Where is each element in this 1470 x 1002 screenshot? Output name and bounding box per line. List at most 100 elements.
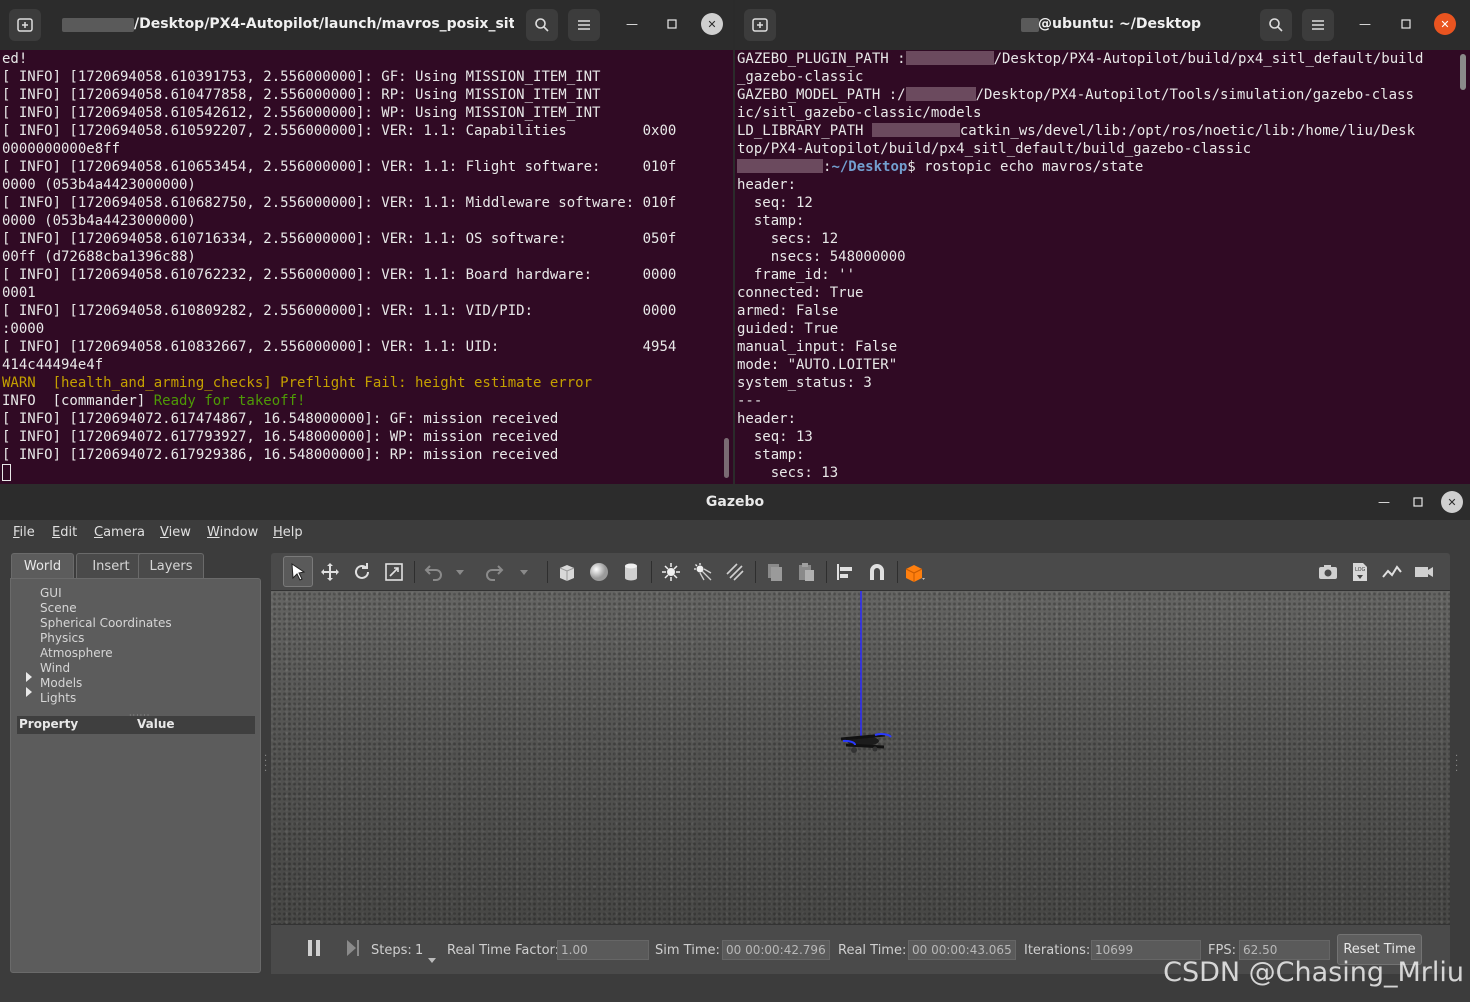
terminal-output-left[interactable]: ed! [ INFO] [1720694058.610391753, 2.5560… (2, 50, 733, 484)
step-button[interactable] (346, 939, 360, 957)
maximize-button[interactable] (1395, 13, 1417, 35)
tab-insert[interactable]: Insert (76, 553, 146, 578)
terminal-output-right[interactable]: GAZEBO_PLUGIN_PATH : /Desktop/PX4-Autopil… (737, 50, 1470, 484)
close-icon: ✕ (1447, 495, 1457, 509)
right-splitter-grip-icon[interactable]: · · · · (1455, 752, 1458, 777)
menu-help[interactable]: Help (273, 525, 303, 540)
terminal-text: ed! (2, 51, 28, 67)
tree-item-scene[interactable]: Scene (40, 601, 77, 615)
spot-light-icon[interactable] (691, 560, 715, 584)
align-icon[interactable] (833, 560, 857, 584)
sim-time-label: Sim Time: (655, 943, 720, 958)
expand-arrow-icon[interactable] (26, 672, 32, 682)
plot-icon[interactable] (1380, 560, 1404, 584)
scale-icon[interactable] (382, 560, 406, 584)
world-side-panel: World Insert Layers GUI Scene Spherical … (10, 553, 262, 975)
sphere-shape-icon[interactable] (587, 560, 611, 584)
terminal-text: :0000 (2, 321, 45, 337)
terminal-window-left[interactable]: /Desktop/PX4-Autopilot/launch/mavros_pos… (0, 0, 733, 484)
select-arrow-icon[interactable] (286, 560, 310, 584)
terminal-text: /Desktop/PX4-Autopilot/build/px4_sitl_de… (993, 51, 1424, 67)
terminal-text: [ INFO] [1720694072.617929386, 16.548000… (2, 447, 559, 463)
copy-icon[interactable] (762, 560, 786, 584)
menu-button[interactable] (1302, 9, 1334, 41)
terminal-line: armed: False (737, 302, 1470, 320)
terminal-text: GAZEBO_PLUGIN_PATH : (737, 51, 906, 67)
point-light-icon[interactable] (659, 560, 683, 584)
menu-camera[interactable]: Camera (94, 525, 145, 540)
minimize-button[interactable]: — (1373, 491, 1395, 513)
minimize-button[interactable]: — (1354, 13, 1376, 35)
tree-item-gui[interactable]: GUI (40, 586, 62, 600)
tree-item-lights[interactable]: Lights (40, 691, 76, 705)
maximize-button[interactable] (1407, 491, 1429, 513)
screenshot-icon[interactable] (1316, 560, 1340, 584)
minimize-button[interactable]: — (621, 13, 643, 35)
close-button[interactable]: ✕ (701, 13, 723, 35)
search-button[interactable] (526, 9, 558, 41)
steps-dropdown-icon[interactable] (428, 948, 436, 967)
tree-item-spherical-coordinates[interactable]: Spherical Coordinates (40, 616, 172, 630)
terminal-window-right[interactable]: @ubuntu: ~/Desktop — ✕ GAZEBO_PLUGIN_PAT… (735, 0, 1470, 484)
scrollbar-right[interactable] (1460, 54, 1466, 90)
menu-edit[interactable]: Edit (52, 525, 77, 540)
paste-icon[interactable] (794, 560, 818, 584)
video-record-icon[interactable] (1412, 560, 1436, 584)
terminal-text: ~/Desktop (831, 159, 908, 175)
expand-arrow-icon[interactable] (26, 687, 32, 697)
tab-layers[interactable]: Layers (138, 553, 204, 578)
steps-value[interactable]: 1 (415, 943, 423, 958)
menu-window[interactable]: Window (207, 525, 258, 540)
close-button[interactable]: ✕ (1434, 13, 1456, 35)
terminal-text: WARN [health_and_arming_checks] Prefligh… (2, 375, 593, 391)
terminal-line: GAZEBO_PLUGIN_PATH : /Desktop/PX4-Autopil… (737, 50, 1470, 68)
terminal-line: LD_LIBRARY_PATH catkin_ws/devel/lib:/opt… (737, 122, 1470, 140)
terminal-line: secs: 12 (737, 230, 1470, 248)
search-button[interactable] (1260, 9, 1292, 41)
view-angle-icon[interactable] (903, 560, 927, 584)
toolbar-separator (826, 561, 827, 583)
pause-button[interactable] (307, 939, 321, 957)
close-button[interactable]: ✕ (1441, 491, 1463, 513)
redo-icon[interactable] (483, 560, 507, 584)
box-shape-icon[interactable] (555, 560, 579, 584)
left-splitter-grip-icon[interactable]: · · · · (264, 752, 267, 777)
pause-icon (308, 940, 320, 956)
redacted-text (737, 159, 823, 173)
rotate-icon[interactable] (350, 560, 374, 584)
terminal-line: guided: True (737, 320, 1470, 338)
gazebo-window[interactable]: Gazebo — ✕ File Edit Camera View Window … (0, 484, 1470, 1002)
terminal-line: [ INFO] [1720694058.610682750, 2.5560000… (2, 194, 733, 212)
translate-icon[interactable] (318, 560, 342, 584)
directional-light-icon[interactable] (723, 560, 747, 584)
3d-viewport[interactable] (271, 591, 1450, 924)
menu-file[interactable]: File (13, 525, 35, 540)
terminal-text: [ INFO] [1720694058.610542612, 2.5560000… (2, 105, 601, 121)
new-tab-button[interactable] (9, 9, 41, 41)
menu-button[interactable] (568, 9, 600, 41)
cylinder-shape-icon[interactable] (619, 560, 643, 584)
redo-dropdown-icon[interactable] (517, 560, 531, 584)
new-tab-icon (17, 18, 33, 32)
terminal-text: catkin_ws/devel/lib:/opt/ros/noetic/lib:… (959, 123, 1416, 139)
maximize-button[interactable] (661, 13, 683, 35)
redacted-text (905, 51, 994, 65)
menu-view[interactable]: View (160, 525, 191, 540)
tree-item-physics[interactable]: Physics (40, 631, 84, 645)
real-time-value: 00 00:00:43.065 (908, 940, 1016, 960)
toolbar-separator (897, 561, 898, 583)
svg-text:LOG: LOG (1355, 567, 1366, 573)
log-icon[interactable]: LOG (1348, 560, 1372, 584)
terminal-line: [ INFO] [1720694058.610592207, 2.5560000… (2, 122, 733, 140)
tab-world[interactable]: World (11, 553, 74, 578)
terminal-text: [ INFO] [1720694072.617793927, 16.548000… (2, 429, 559, 445)
tree-item-models[interactable]: Models (40, 676, 82, 690)
tree-item-atmosphere[interactable]: Atmosphere (40, 646, 113, 660)
tree-item-wind[interactable]: Wind (40, 661, 70, 675)
new-tab-button[interactable] (744, 9, 776, 41)
scrollbar-left[interactable] (724, 438, 729, 478)
undo-dropdown-icon[interactable] (453, 560, 467, 584)
terminal-line: secs: 13 (737, 464, 1470, 482)
magnet-icon[interactable] (865, 560, 889, 584)
undo-icon[interactable] (421, 560, 445, 584)
